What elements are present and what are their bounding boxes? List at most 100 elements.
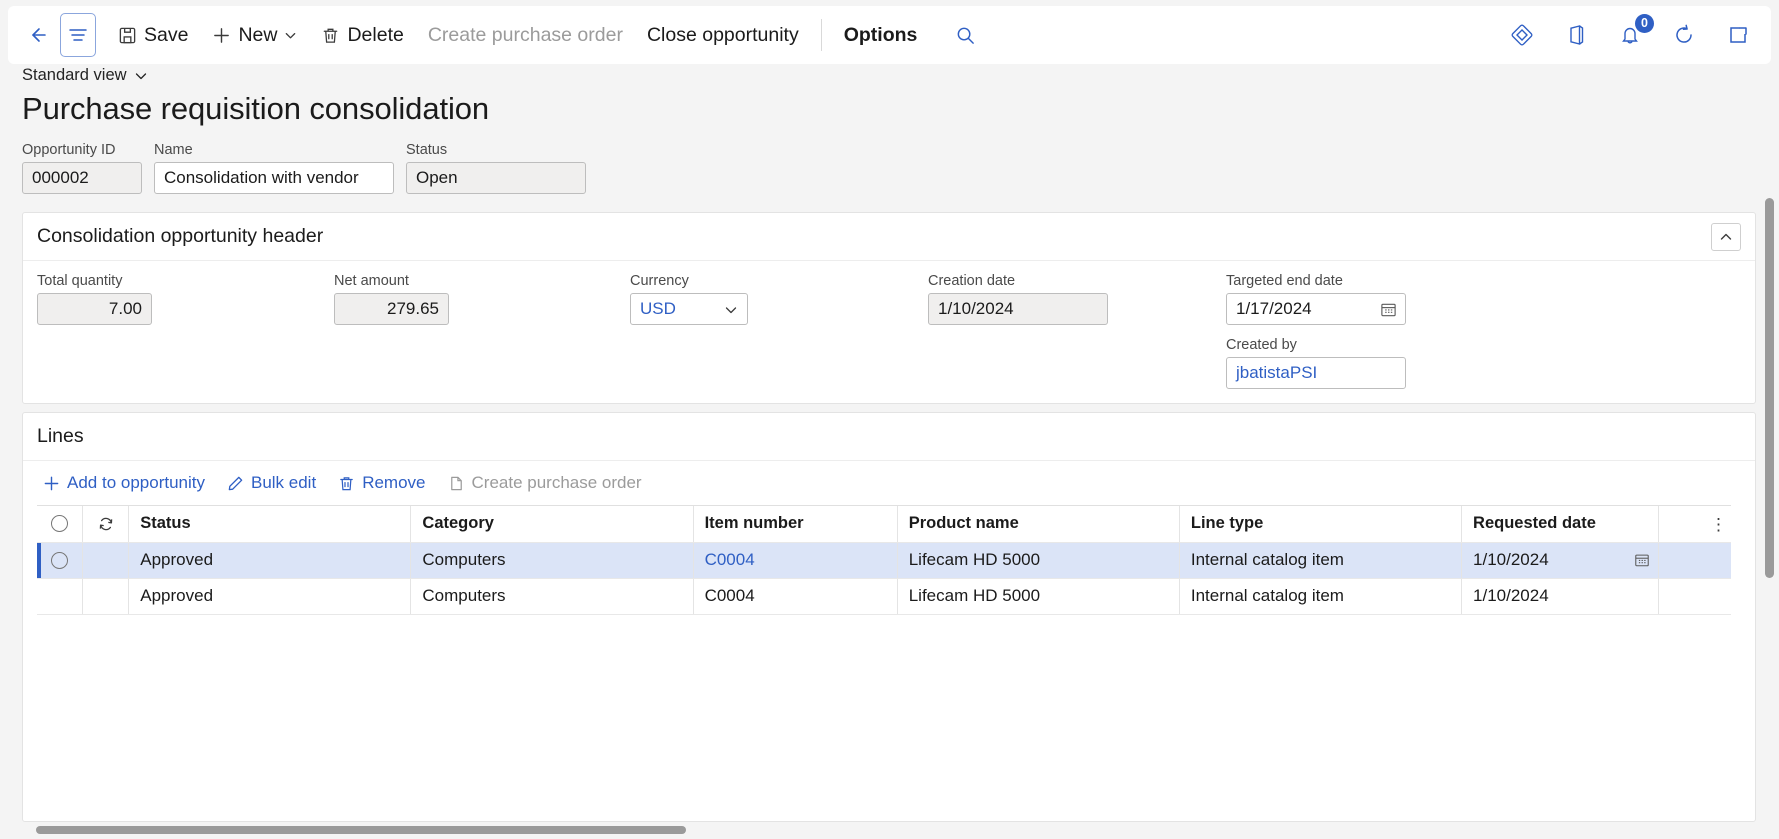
cell-quantity[interactable]: 4. (1658, 578, 1731, 615)
currency-select[interactable]: USD (630, 293, 748, 325)
more-vertical-icon[interactable]: ⋮ (1710, 516, 1727, 533)
total-quantity-input[interactable]: 7.00 (37, 293, 152, 325)
plus-icon (212, 26, 231, 45)
targeted-end-date-input[interactable]: 1/17/2024 (1226, 293, 1406, 325)
search-button[interactable] (945, 15, 985, 55)
header-product-name[interactable]: Product name (897, 506, 1180, 543)
row-select-cell[interactable] (37, 542, 84, 579)
delete-button[interactable]: Delete (309, 15, 415, 55)
cell-category[interactable]: Computers (410, 542, 694, 579)
opportunity-id-input[interactable]: 000002 (22, 162, 142, 194)
new-button[interactable]: New (200, 15, 309, 55)
view-selector-label: Standard view (22, 66, 127, 84)
sync-refresh-icon (83, 515, 127, 533)
header-requested-date[interactable]: Requested date (1461, 506, 1660, 543)
row-select-radio-icon[interactable] (51, 552, 69, 570)
back-button[interactable] (18, 16, 56, 54)
horizontal-scrollbar[interactable] (36, 824, 1730, 835)
cell-product-name[interactable]: Lifecam HD 5000 (897, 542, 1180, 579)
notification-bell-icon[interactable]: 0 (1615, 14, 1654, 50)
table-header-row: Status Category Item number Product name… (37, 506, 1731, 543)
cell-status[interactable]: Approved (128, 542, 412, 579)
header-category[interactable]: Category (410, 506, 694, 543)
save-disk-icon (118, 26, 137, 45)
app-window: Save New Delete Create purchase order Cl… (0, 0, 1779, 839)
add-to-opportunity-button[interactable]: Add to opportunity (37, 470, 211, 496)
row-sync-cell (82, 578, 130, 615)
office-app-icon[interactable] (1561, 20, 1591, 50)
name-input[interactable]: Consolidation with vendor (154, 162, 394, 194)
open-in-new-window-icon[interactable] (1723, 20, 1753, 50)
remove-button[interactable]: Remove (332, 470, 431, 496)
horizontal-scrollbar-thumb[interactable] (36, 826, 686, 834)
new-button-label: New (238, 23, 278, 46)
page-title: Purchase requisition consolidation (22, 91, 490, 126)
header-item-number[interactable]: Item number (693, 506, 898, 543)
created-by-input[interactable]: jbatistaPSI (1226, 357, 1406, 389)
calendar-icon[interactable] (1380, 301, 1397, 318)
requested-date-value: 1/10/2024 (1473, 550, 1549, 569)
page-arrow-icon (448, 475, 465, 492)
field-label: Created by (1226, 337, 1297, 353)
cell-quantity[interactable]: 3. (1658, 542, 1731, 579)
lines-toolbar: Add to opportunity Bulk edit Remove Crea… (23, 461, 1755, 505)
lines-card: Lines Add to opportunity Bulk edit Remov… (22, 412, 1756, 822)
table-row[interactable]: Approved Computers C0004 Lifecam HD 5000… (37, 578, 1731, 615)
dynamics-diamond-icon[interactable] (1507, 20, 1537, 50)
currency-value: USD (640, 299, 676, 318)
table-row[interactable]: Approved Computers C0004 Lifecam HD 5000… (37, 542, 1731, 579)
select-all-radio-icon[interactable] (51, 515, 69, 533)
show-navigation-button[interactable] (60, 13, 96, 57)
field-opportunity-id: Opportunity ID 000002 (22, 142, 142, 194)
lines-table: Status Category Item number Product name… (37, 506, 1731, 615)
row-select-cell[interactable] (37, 578, 84, 615)
cell-line-type[interactable]: Internal catalog item (1179, 578, 1463, 615)
lines-grid[interactable]: Status Category Item number Product name… (37, 505, 1731, 795)
top-fields-row: Opportunity ID 000002 Name Consolidation… (22, 142, 586, 194)
vertical-scrollbar-thumb[interactable] (1765, 198, 1774, 578)
field-label: Total quantity (37, 273, 123, 289)
command-bar-right-group: 0 (1507, 14, 1757, 50)
cell-category[interactable]: Computers (410, 578, 694, 615)
status-input[interactable]: Open (406, 162, 586, 194)
cell-item-number[interactable]: C0004 (693, 542, 898, 579)
row-sync-cell (82, 542, 130, 579)
item-number-link[interactable]: C0004 (705, 550, 755, 569)
cell-item-number[interactable]: C0004 (693, 578, 898, 615)
collapse-section-button[interactable] (1711, 222, 1741, 251)
field-name: Name Consolidation with vendor (154, 142, 394, 194)
net-amount-input[interactable]: 279.65 (334, 293, 449, 325)
refresh-icon[interactable] (1669, 20, 1699, 50)
chevron-down-icon (724, 303, 738, 317)
save-button[interactable]: Save (106, 15, 200, 55)
bulk-edit-button[interactable]: Bulk edit (221, 470, 322, 496)
select-all-header[interactable] (37, 506, 84, 543)
sync-status-header (82, 506, 130, 543)
header-line-type[interactable]: Line type (1179, 506, 1463, 543)
grid-empty-area (37, 614, 1731, 739)
field-label: Creation date (928, 273, 1016, 289)
chevron-down-icon (284, 29, 297, 42)
close-opportunity-label: Close opportunity (646, 23, 799, 46)
chevron-up-icon (1719, 230, 1733, 244)
cell-status[interactable]: Approved (128, 578, 412, 615)
creation-date-value: 1/10/2024 (938, 299, 1014, 318)
options-button[interactable]: Options (832, 15, 930, 55)
header-status[interactable]: Status (128, 506, 412, 543)
cell-requested-date[interactable]: 1/10/2024 (1461, 578, 1660, 615)
cell-line-type[interactable]: Internal catalog item (1179, 542, 1463, 579)
notification-count-badge: 0 (1635, 14, 1654, 33)
add-to-opportunity-label: Add to opportunity (67, 473, 205, 492)
creation-date-input[interactable]: 1/10/2024 (928, 293, 1108, 325)
pencil-icon (227, 475, 244, 492)
view-selector[interactable]: Standard view (22, 66, 148, 85)
cell-product-name[interactable]: Lifecam HD 5000 (897, 578, 1180, 615)
lines-table-header: Status Category Item number Product name… (37, 506, 1731, 543)
vertical-scrollbar[interactable] (1763, 198, 1776, 836)
close-opportunity-button[interactable]: Close opportunity (635, 15, 811, 55)
plus-icon (43, 475, 60, 492)
lines-title-row: Lines (23, 413, 1755, 461)
trash-icon (338, 475, 355, 492)
calendar-icon[interactable] (1634, 552, 1650, 568)
cell-requested-date[interactable]: 1/10/2024 (1461, 542, 1660, 579)
